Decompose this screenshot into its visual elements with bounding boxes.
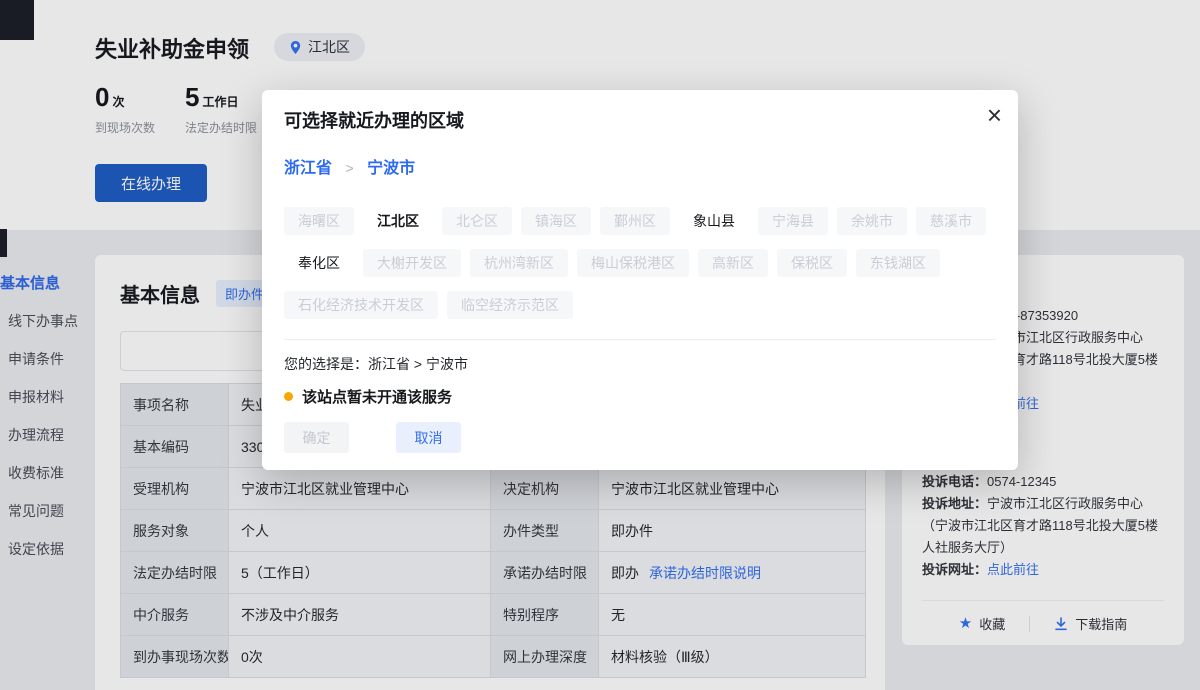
cancel-button[interactable]: 取消 (396, 422, 461, 453)
region-chip: 宁海县 (758, 207, 828, 235)
region-chip: 梅山保税港区 (577, 249, 689, 277)
region-chip[interactable]: 江北区 (363, 207, 433, 235)
close-icon[interactable]: × (987, 98, 1002, 132)
region-chip: 余姚市 (837, 207, 907, 235)
modal-divider (284, 339, 996, 340)
region-chip: 镇海区 (521, 207, 591, 235)
selection-value: 浙江省 > 宁波市 (368, 356, 468, 372)
region-chip: 东钱湖区 (856, 249, 940, 277)
breadcrumb-province[interactable]: 浙江省 (284, 160, 332, 177)
region-chip: 鄞州区 (600, 207, 670, 235)
selection-line: 您的选择是：浙江省 > 宁波市 (284, 356, 996, 373)
service-notice-text: 该站点暂未开通该服务 (302, 386, 452, 407)
region-chip: 杭州湾新区 (470, 249, 568, 277)
region-chip: 北仑区 (442, 207, 512, 235)
breadcrumb: 浙江省 > 宁波市 (284, 158, 996, 179)
region-chip: 慈溪市 (916, 207, 986, 235)
region-chip[interactable]: 奉化区 (284, 249, 354, 277)
region-chip: 临空经济示范区 (447, 291, 573, 319)
breadcrumb-city[interactable]: 宁波市 (367, 160, 415, 177)
warning-dot-icon (284, 392, 293, 401)
region-chip: 大榭开发区 (363, 249, 461, 277)
page-root: 失业补助金申领 江北区 0次到现场次数5工作日法定办结时限 在线办理 基本信息线… (0, 0, 1200, 690)
service-notice: 该站点暂未开通该服务 (284, 386, 996, 407)
region-modal: 可选择就近办理的区域 × 浙江省 > 宁波市 海曙区江北区北仑区镇海区鄞州区象山… (262, 90, 1018, 470)
selection-label: 您的选择是： (284, 356, 368, 372)
region-chip[interactable]: 象山县 (679, 207, 749, 235)
confirm-button[interactable]: 确定 (284, 422, 349, 453)
region-grid: 海曙区江北区北仑区镇海区鄞州区象山县宁海县余姚市慈溪市奉化区大榭开发区杭州湾新区… (284, 207, 996, 319)
modal-title: 可选择就近办理的区域 (284, 110, 996, 132)
region-chip: 高新区 (698, 249, 768, 277)
breadcrumb-separator-icon: > (345, 160, 353, 176)
region-chip: 石化经济技术开发区 (284, 291, 438, 319)
modal-actions: 确定 取消 (284, 422, 996, 453)
region-chip: 保税区 (777, 249, 847, 277)
region-chip: 海曙区 (284, 207, 354, 235)
